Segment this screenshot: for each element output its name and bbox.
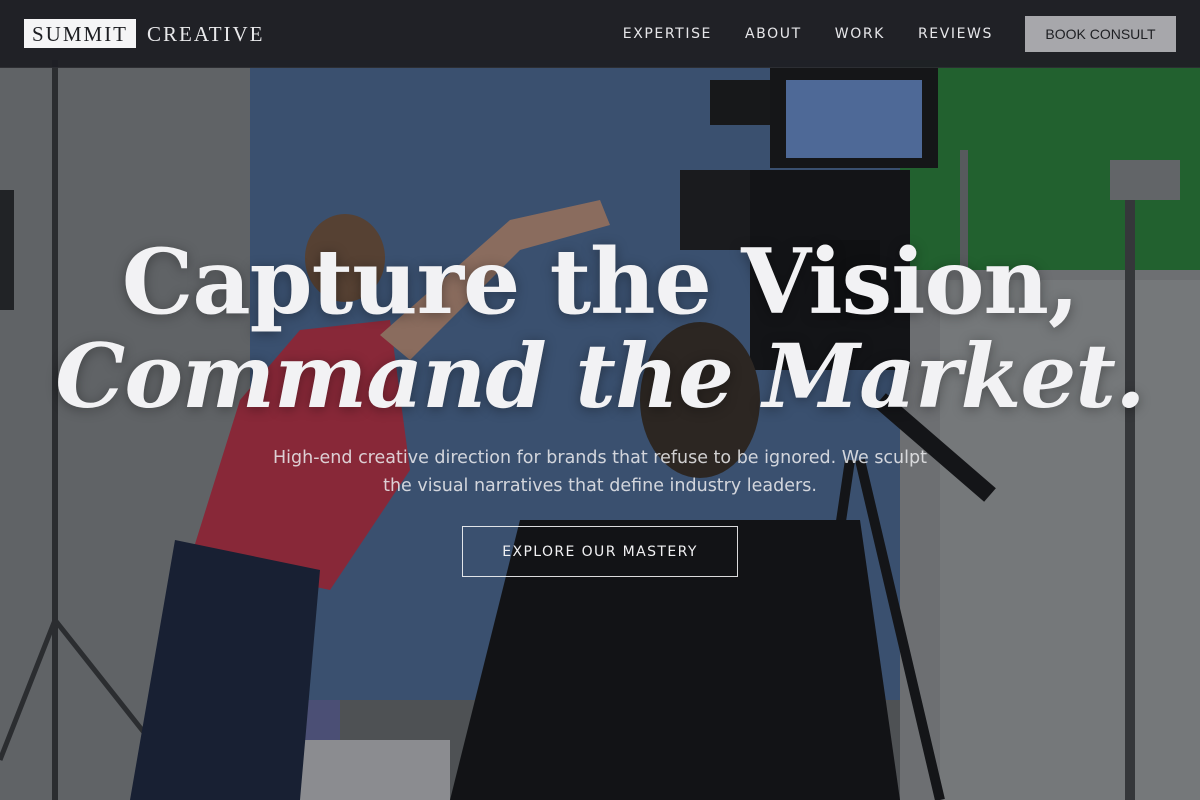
logo-text: CREATIVE xyxy=(147,21,265,46)
brand-logo[interactable]: SUMMIT CREATIVE xyxy=(24,19,265,48)
nav-link-about[interactable]: ABOUT xyxy=(745,26,802,42)
hero-headline-line1: Capture the Vision, xyxy=(121,229,1080,335)
nav-link-expertise[interactable]: EXPERTISE xyxy=(623,26,712,42)
book-consult-button[interactable]: BOOK CONSULT xyxy=(1025,15,1176,52)
main-nav: EXPERTISE ABOUT WORK REVIEWS xyxy=(623,26,993,42)
hero-section: Capture the Vision, Command the Market. … xyxy=(0,0,1200,800)
top-navigation-bar: SUMMIT CREATIVE EXPERTISE ABOUT WORK REV… xyxy=(0,0,1200,68)
hero-headline: Capture the Vision, Command the Market. xyxy=(0,232,1200,422)
explore-button[interactable]: EXPLORE OUR MASTERY xyxy=(462,526,738,577)
nav-link-reviews[interactable]: REVIEWS xyxy=(918,26,993,42)
nav-link-work[interactable]: WORK xyxy=(835,26,885,42)
hero-headline-line2: Command the Market. xyxy=(55,324,1145,428)
hero-subtitle: High-end creative direction for brands t… xyxy=(273,448,927,496)
logo-box-text: SUMMIT xyxy=(24,19,137,48)
hero-content: Capture the Vision, Command the Market. … xyxy=(0,232,1200,577)
